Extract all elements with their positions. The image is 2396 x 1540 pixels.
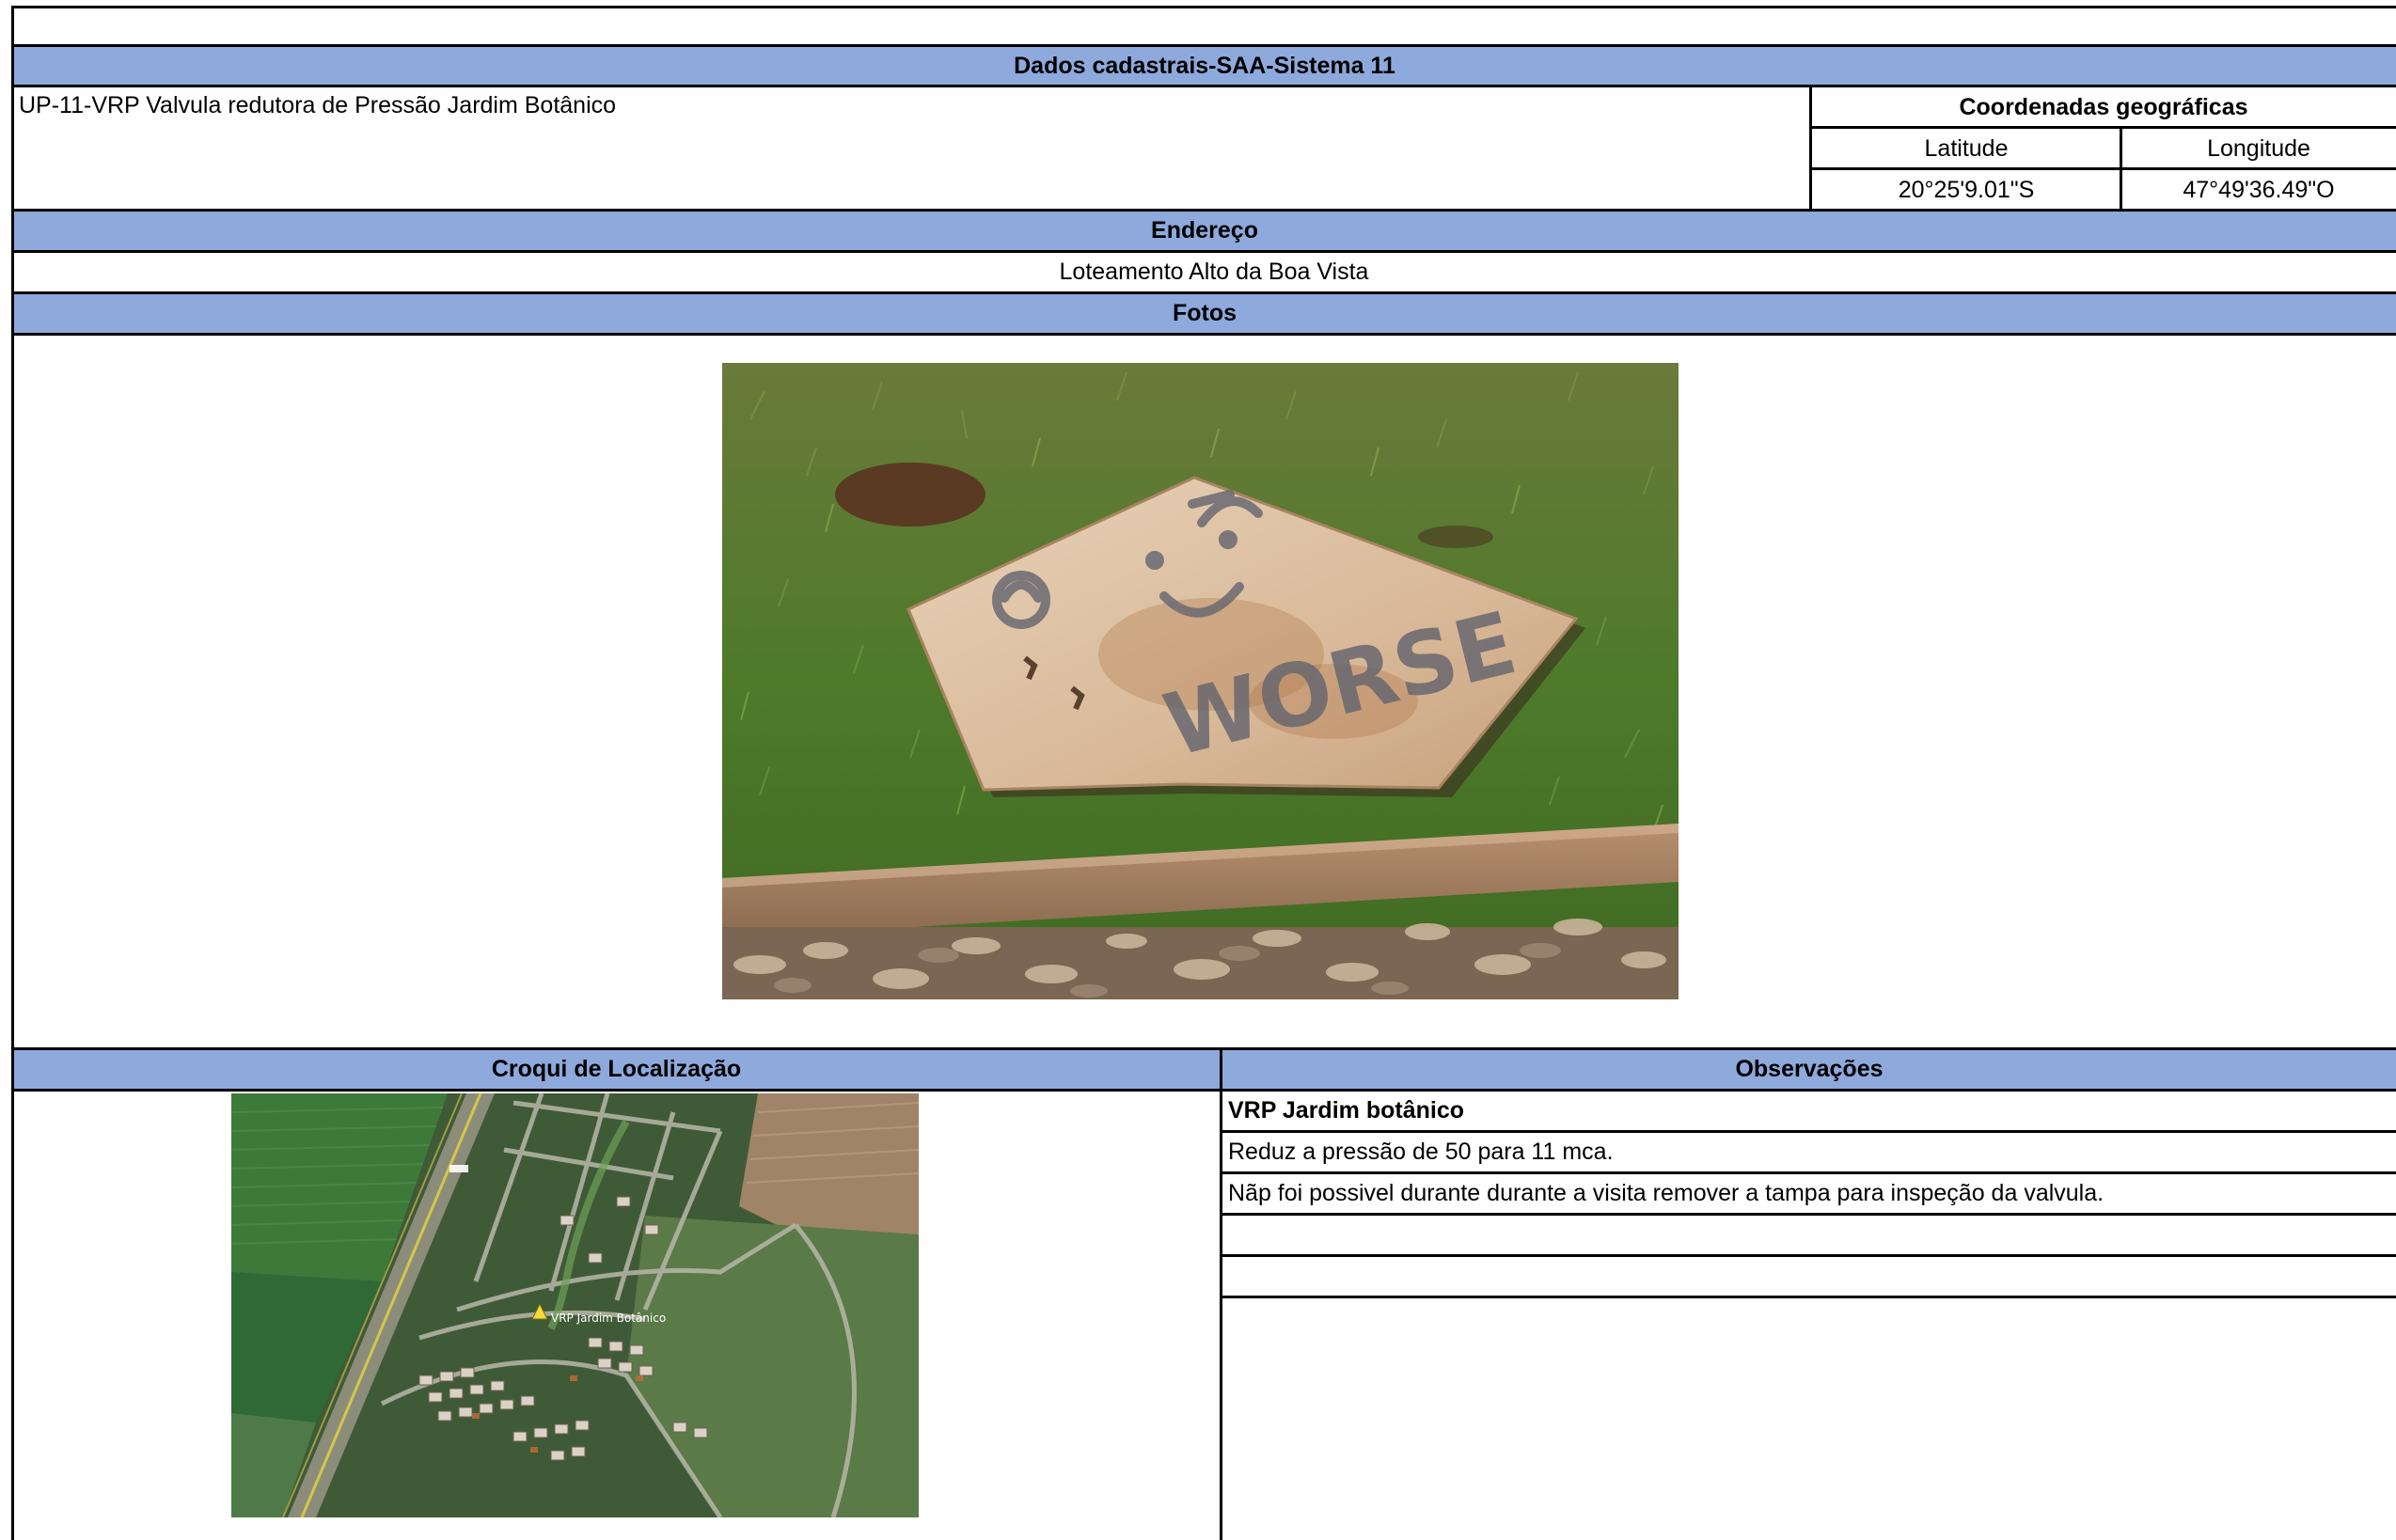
location-sketch-header: Croqui de Localização — [13, 1049, 1220, 1089]
latitude-value: 20°25'9.01"S — [1898, 176, 2035, 203]
observations-header: Observações — [1222, 1049, 2396, 1089]
address-header: Endereço — [13, 211, 2396, 250]
observation-row-3: Nãp foi possivel durante durante a visit… — [1228, 1179, 2104, 1206]
observation-row-2: Reduz a pressão de 50 para 11 mca. — [1228, 1138, 1614, 1165]
photos-header: Fotos — [13, 293, 2396, 333]
observation-row-5 — [1222, 1256, 2396, 1296]
location-map: VRP Jardim Botânico — [231, 1093, 919, 1517]
longitude-value: 47°49'36.49"O — [2183, 176, 2335, 203]
site-photo: WORSE — [722, 363, 1679, 999]
title-text: Dados cadastrais-SAA-Sistema 11 — [1014, 52, 1395, 79]
latitude-label: Latitude — [1924, 134, 2009, 162]
title-bar: Dados cadastrais-SAA-Sistema 11 — [13, 45, 2396, 86]
unit-name: UP-11-VRP Valvula redutora de Pressão Ja… — [19, 91, 617, 118]
observation-row-1: VRP Jardim botânico — [1228, 1096, 1464, 1124]
coordinates-header: Coordenadas geográficas — [1959, 93, 2248, 120]
observation-row-4 — [1222, 1215, 2396, 1254]
address-value: Loteamento Alto da Boa Vista — [1059, 258, 1369, 285]
longitude-label: Longitude — [2207, 134, 2310, 162]
map-pin-label: VRP Jardim Botânico — [551, 1312, 666, 1325]
